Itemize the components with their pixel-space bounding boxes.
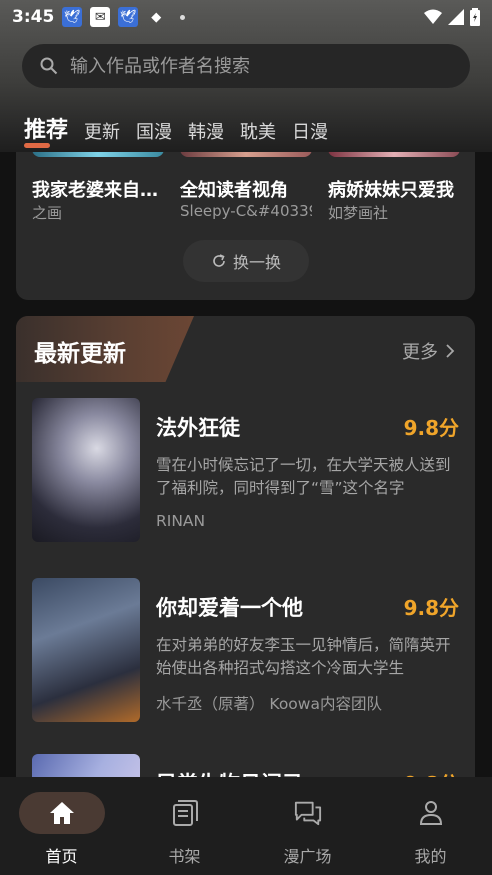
diamond-notification-icon: ◆	[151, 9, 162, 25]
wifi-icon	[424, 9, 442, 24]
refresh-label: 换一换	[232, 253, 281, 272]
comic-title: 法外狂徒	[156, 416, 240, 440]
comic-score: 9.8分	[403, 596, 459, 620]
status-bar: 3:45 🕊 ✉ 🕊 ◆	[0, 0, 492, 34]
search-icon	[40, 57, 58, 75]
home-icon	[48, 799, 76, 827]
search-bar[interactable]	[22, 44, 470, 88]
nav-bookshelf[interactable]: 书架	[123, 777, 246, 875]
comic-description: 在对弟弟的好友李玉一见钟情后，简隋英开始使出各种招式勾搭这个冷面大学生	[156, 636, 451, 677]
mail-notification-icon: ✉	[90, 7, 111, 27]
category-tabs: 推荐 更新 国漫 韩漫 耽美 日漫	[24, 112, 328, 148]
tab-japanese-comics[interactable]: 日漫	[292, 118, 328, 144]
nav-label: 我的	[414, 847, 447, 866]
nav-home[interactable]: 首页	[0, 777, 123, 875]
nav-comic-square[interactable]: 漫广场	[246, 777, 369, 875]
comic-score: 9.8分	[403, 416, 459, 440]
more-label: 更多	[402, 342, 438, 363]
more-link[interactable]: 更多	[402, 338, 455, 364]
tab-chinese-comics[interactable]: 国漫	[136, 118, 172, 144]
comic-author: 水千丞（原著） Koowa内容团队	[156, 695, 382, 713]
chevron-right-icon	[446, 344, 455, 358]
recommend-author: Sleepy-C&#40339;	[180, 202, 312, 220]
latest-updates-card: 最新更新 更多 法外狂徒 9.8分 雪在小时候忘记了一切，在大学天被人送到了福利…	[16, 316, 475, 856]
more-notifications-dot	[180, 14, 186, 20]
recommend-title[interactable]: 病娇妹妹只爱我	[328, 176, 460, 202]
list-item[interactable]: 你却爱着一个他 9.8分 在对弟弟的好友李玉一见钟情后，简隋英开始使出各种招式勾…	[16, 578, 475, 728]
tab-updates[interactable]: 更新	[84, 118, 120, 144]
comic-cover	[32, 578, 140, 722]
comic-author: RINAN	[156, 512, 206, 530]
comic-description: 雪在小时候忘记了一切，在大学天被人送到了福利院，同时得到了“雪”这个名字	[156, 456, 451, 497]
tab-recommend[interactable]: 推荐	[24, 112, 68, 148]
refresh-button[interactable]: 换一换	[183, 240, 309, 282]
bird-notification-icon: 🕊	[118, 7, 139, 27]
section-title: 最新更新	[34, 341, 126, 367]
bird-notification-icon: 🕊	[62, 7, 83, 27]
recommend-card: 我家老婆来自一千年前 之画 全知读者视角 Sleepy-C&#40339; 病娇…	[16, 130, 475, 300]
nav-label: 首页	[45, 847, 78, 866]
comic-title: 你却爱着一个他	[156, 596, 303, 620]
tab-korean-comics[interactable]: 韩漫	[188, 118, 224, 144]
bottom-navigation: 首页 书架 漫广场 我的	[0, 777, 492, 875]
profile-icon	[417, 799, 445, 827]
nav-label: 漫广场	[283, 847, 332, 866]
recommend-title[interactable]: 全知读者视角	[180, 176, 312, 202]
signal-icon	[448, 9, 464, 25]
recommend-title[interactable]: 我家老婆来自一千年前	[32, 176, 164, 202]
refresh-icon	[213, 254, 225, 267]
tab-bl-comics[interactable]: 耽美	[240, 118, 276, 144]
chat-icon	[294, 799, 322, 827]
latest-updates-header: 最新更新 更多	[16, 316, 475, 382]
battery-icon	[470, 8, 480, 26]
nav-label: 书架	[168, 847, 201, 866]
recommend-author: 如梦画社	[328, 204, 389, 222]
recommend-author: 之画	[32, 204, 63, 222]
bookshelf-icon	[171, 799, 199, 827]
comic-cover	[32, 398, 140, 542]
nav-profile[interactable]: 我的	[369, 777, 492, 875]
list-item[interactable]: 法外狂徒 9.8分 雪在小时候忘记了一切，在大学天被人送到了福利院，同时得到了“…	[16, 398, 475, 548]
search-input[interactable]	[70, 55, 440, 77]
status-time: 3:45	[12, 7, 55, 27]
